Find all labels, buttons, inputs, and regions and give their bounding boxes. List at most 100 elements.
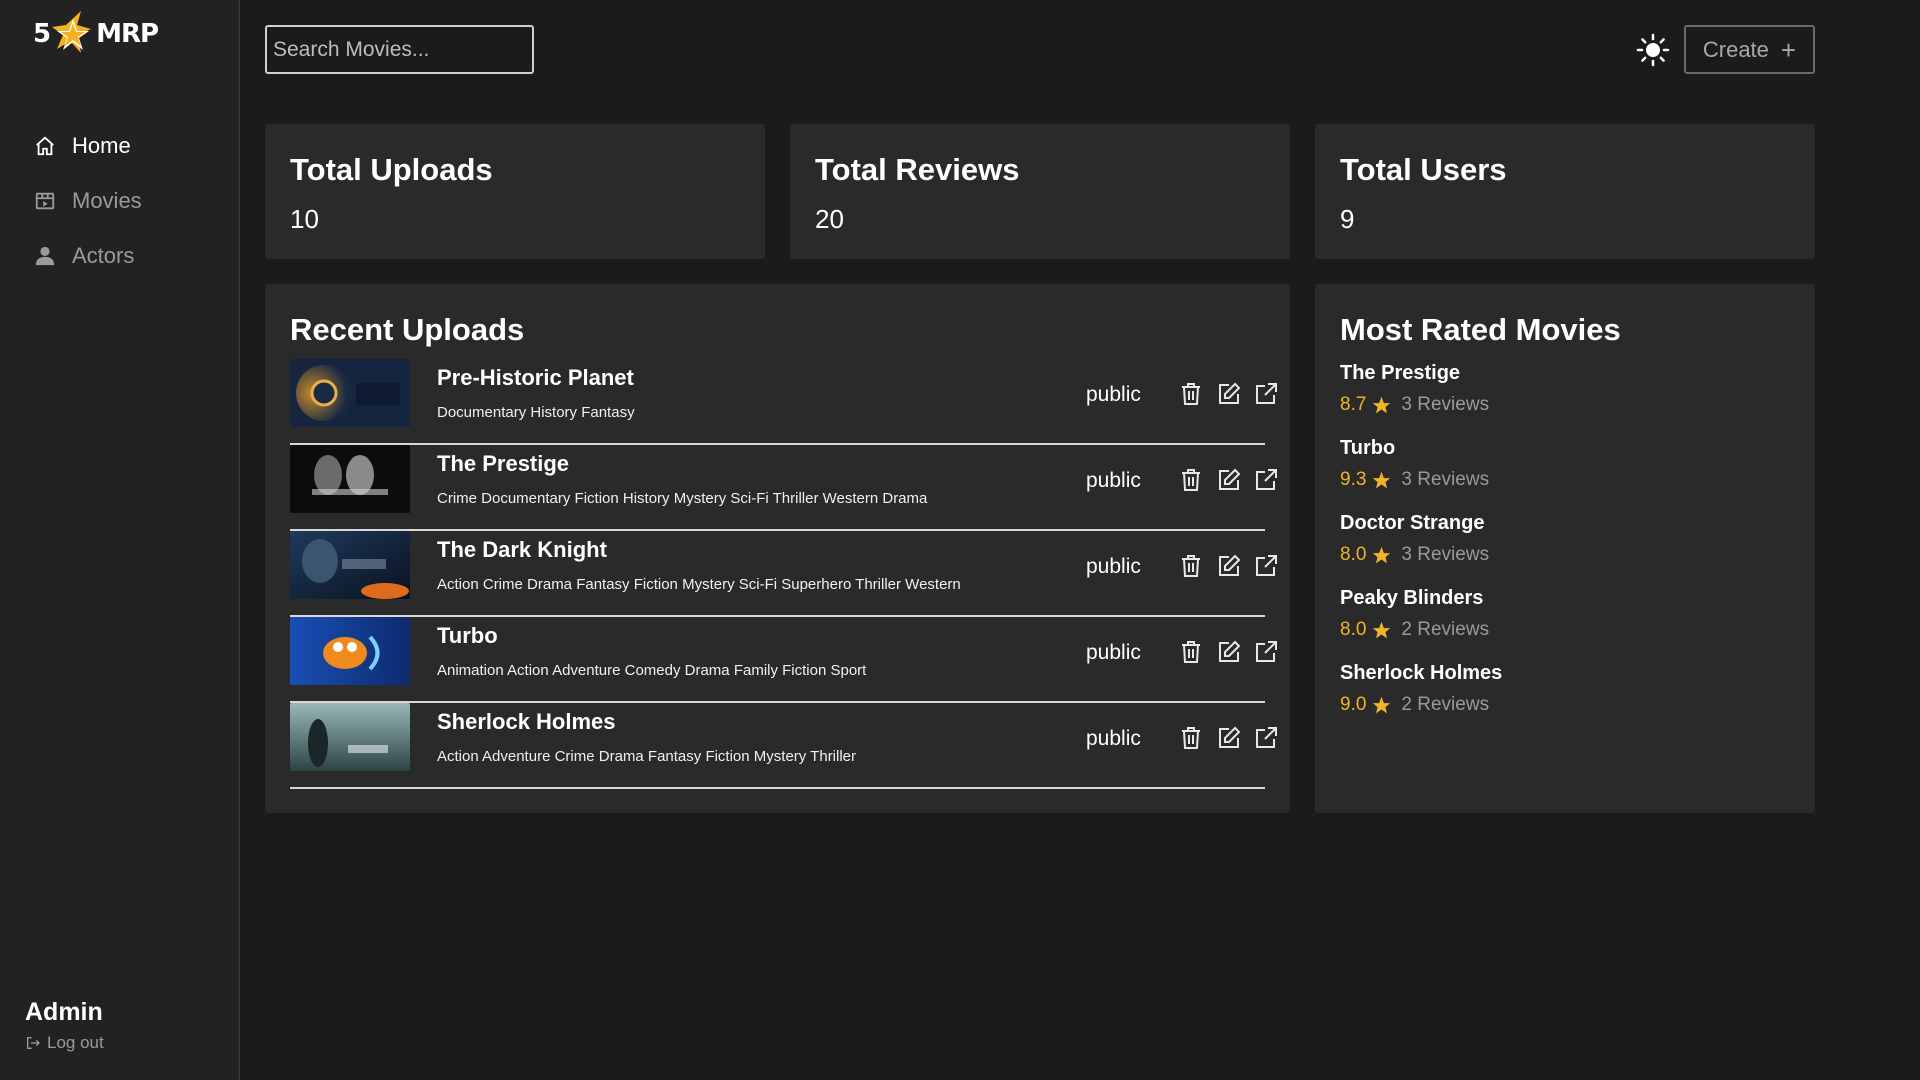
movie-genres: Documentary History Fantasy	[437, 404, 635, 421]
external-link-icon	[1256, 555, 1277, 576]
star-icon	[1373, 396, 1391, 413]
rated-movie-title[interactable]: The Prestige	[1340, 362, 1502, 385]
rated-movie-title[interactable]: Peaky Blinders	[1340, 587, 1502, 610]
status-badge: public	[1086, 555, 1141, 578]
rating-value: 9.0	[1340, 694, 1367, 715]
trash-icon	[1182, 727, 1200, 749]
trash-icon	[1182, 555, 1200, 577]
rating-value: 9.3	[1340, 469, 1367, 490]
stat-title: Total Reviews	[815, 152, 1020, 187]
film-icon	[32, 188, 58, 214]
delete-button[interactable]	[1178, 381, 1204, 407]
review-count: 3 Reviews	[1401, 469, 1490, 490]
open-external-button[interactable]	[1253, 467, 1279, 493]
rating-value: 8.0	[1340, 544, 1367, 565]
sidebar-item-movies[interactable]: Movies	[32, 173, 142, 228]
external-link-icon	[1256, 641, 1277, 662]
app-logo[interactable]: 5 MRP	[33, 8, 159, 60]
search-input[interactable]	[265, 25, 534, 74]
logo-number: 5	[33, 19, 51, 49]
open-external-button[interactable]	[1253, 553, 1279, 579]
edit-button[interactable]	[1216, 553, 1242, 579]
movie-title[interactable]: Pre-Historic Planet	[437, 365, 634, 391]
review-count: 2 Reviews	[1401, 694, 1490, 715]
logout-link[interactable]: Log out	[25, 1033, 104, 1053]
open-external-button[interactable]	[1253, 381, 1279, 407]
list-item: The Prestige Crime Documentary Fiction H…	[290, 445, 1277, 531]
movie-genres: Crime Documentary Fiction History Myster…	[437, 490, 928, 507]
sidebar-item-label: Movies	[72, 187, 142, 213]
list-item: Sherlock Holmes Action Adventure Crime D…	[290, 703, 1277, 789]
logo-text: MRP	[96, 19, 159, 49]
logo-star-icon	[52, 11, 92, 53]
movie-genres: Action Crime Drama Fantasy Fiction Myste…	[437, 576, 961, 593]
sidebar-item-label: Actors	[72, 242, 135, 268]
status-badge: public	[1086, 727, 1141, 750]
poster-thumbnail[interactable]	[290, 703, 410, 771]
review-count: 3 Reviews	[1401, 394, 1490, 415]
star-icon	[1373, 546, 1391, 563]
delete-button[interactable]	[1178, 553, 1204, 579]
poster-thumbnail[interactable]	[290, 359, 410, 427]
edit-button[interactable]	[1216, 725, 1242, 751]
most-rated-list: The Prestige 8.7 3 Reviews Turbo 9.3 3 R…	[1340, 362, 1502, 737]
recent-uploads-card: Recent Uploads Pre-Historic Planet Docum…	[265, 284, 1290, 813]
stat-value: 9	[1340, 204, 1355, 234]
edit-button[interactable]	[1216, 381, 1242, 407]
star-icon	[1373, 621, 1391, 638]
list-item: The Dark Knight Action Crime Drama Fanta…	[290, 531, 1277, 617]
stat-card-users: Total Users 9	[1315, 124, 1815, 259]
edit-icon	[1219, 468, 1241, 490]
recent-uploads-title: Recent Uploads	[290, 312, 525, 347]
external-link-icon	[1256, 383, 1277, 404]
edit-icon	[1219, 554, 1241, 576]
movie-title[interactable]: Turbo	[437, 623, 498, 649]
logout-label: Log out	[47, 1033, 104, 1052]
list-item: The Prestige 8.7 3 Reviews	[1340, 362, 1502, 437]
stat-value: 10	[290, 204, 319, 234]
edit-button[interactable]	[1216, 467, 1242, 493]
list-item: Pre-Historic Planet Documentary History …	[290, 359, 1277, 445]
edit-icon	[1219, 382, 1241, 404]
stat-title: Total Uploads	[290, 152, 493, 187]
list-item: Turbo 9.3 3 Reviews	[1340, 437, 1502, 512]
movie-title[interactable]: Sherlock Holmes	[437, 709, 616, 735]
trash-icon	[1182, 641, 1200, 663]
poster-thumbnail[interactable]	[290, 445, 410, 513]
rated-movie-title[interactable]: Turbo	[1340, 437, 1502, 460]
open-external-button[interactable]	[1253, 639, 1279, 665]
delete-button[interactable]	[1178, 467, 1204, 493]
movie-genres: Animation Action Adventure Comedy Drama …	[437, 662, 867, 679]
create-label: Create	[1702, 36, 1769, 62]
rated-movie-title[interactable]: Doctor Strange	[1340, 512, 1502, 535]
edit-button[interactable]	[1216, 639, 1242, 665]
poster-thumbnail[interactable]	[290, 531, 410, 599]
stat-card-uploads: Total Uploads 10	[265, 124, 765, 259]
rated-movie-title[interactable]: Sherlock Holmes	[1340, 662, 1502, 685]
sidebar-item-home[interactable]: Home	[32, 118, 142, 173]
sidebar-nav: Home Movies Actors	[32, 118, 142, 283]
review-count: 2 Reviews	[1401, 619, 1490, 640]
rating-value: 8.7	[1340, 394, 1367, 415]
sun-icon	[1636, 33, 1670, 67]
delete-button[interactable]	[1178, 725, 1204, 751]
poster-thumbnail[interactable]	[290, 617, 410, 685]
most-rated-card: Most Rated Movies The Prestige 8.7 3 Rev…	[1315, 284, 1815, 813]
status-badge: public	[1086, 383, 1141, 406]
sidebar-item-actors[interactable]: Actors	[32, 228, 142, 283]
list-item: Doctor Strange 8.0 3 Reviews	[1340, 512, 1502, 587]
list-item: Peaky Blinders 8.0 2 Reviews	[1340, 587, 1502, 662]
status-badge: public	[1086, 469, 1141, 492]
edit-icon	[1219, 726, 1241, 748]
create-button[interactable]: Create +	[1684, 25, 1815, 74]
movie-title[interactable]: The Prestige	[437, 451, 569, 477]
trash-icon	[1182, 383, 1200, 405]
edit-icon	[1219, 640, 1241, 662]
delete-button[interactable]	[1178, 639, 1204, 665]
movie-title[interactable]: The Dark Knight	[437, 537, 607, 563]
rating-value: 8.0	[1340, 619, 1367, 640]
open-external-button[interactable]	[1253, 725, 1279, 751]
movie-genres: Action Adventure Crime Drama Fantasy Fic…	[437, 748, 857, 765]
theme-toggle-button[interactable]	[1636, 33, 1670, 67]
review-count: 3 Reviews	[1401, 544, 1490, 565]
